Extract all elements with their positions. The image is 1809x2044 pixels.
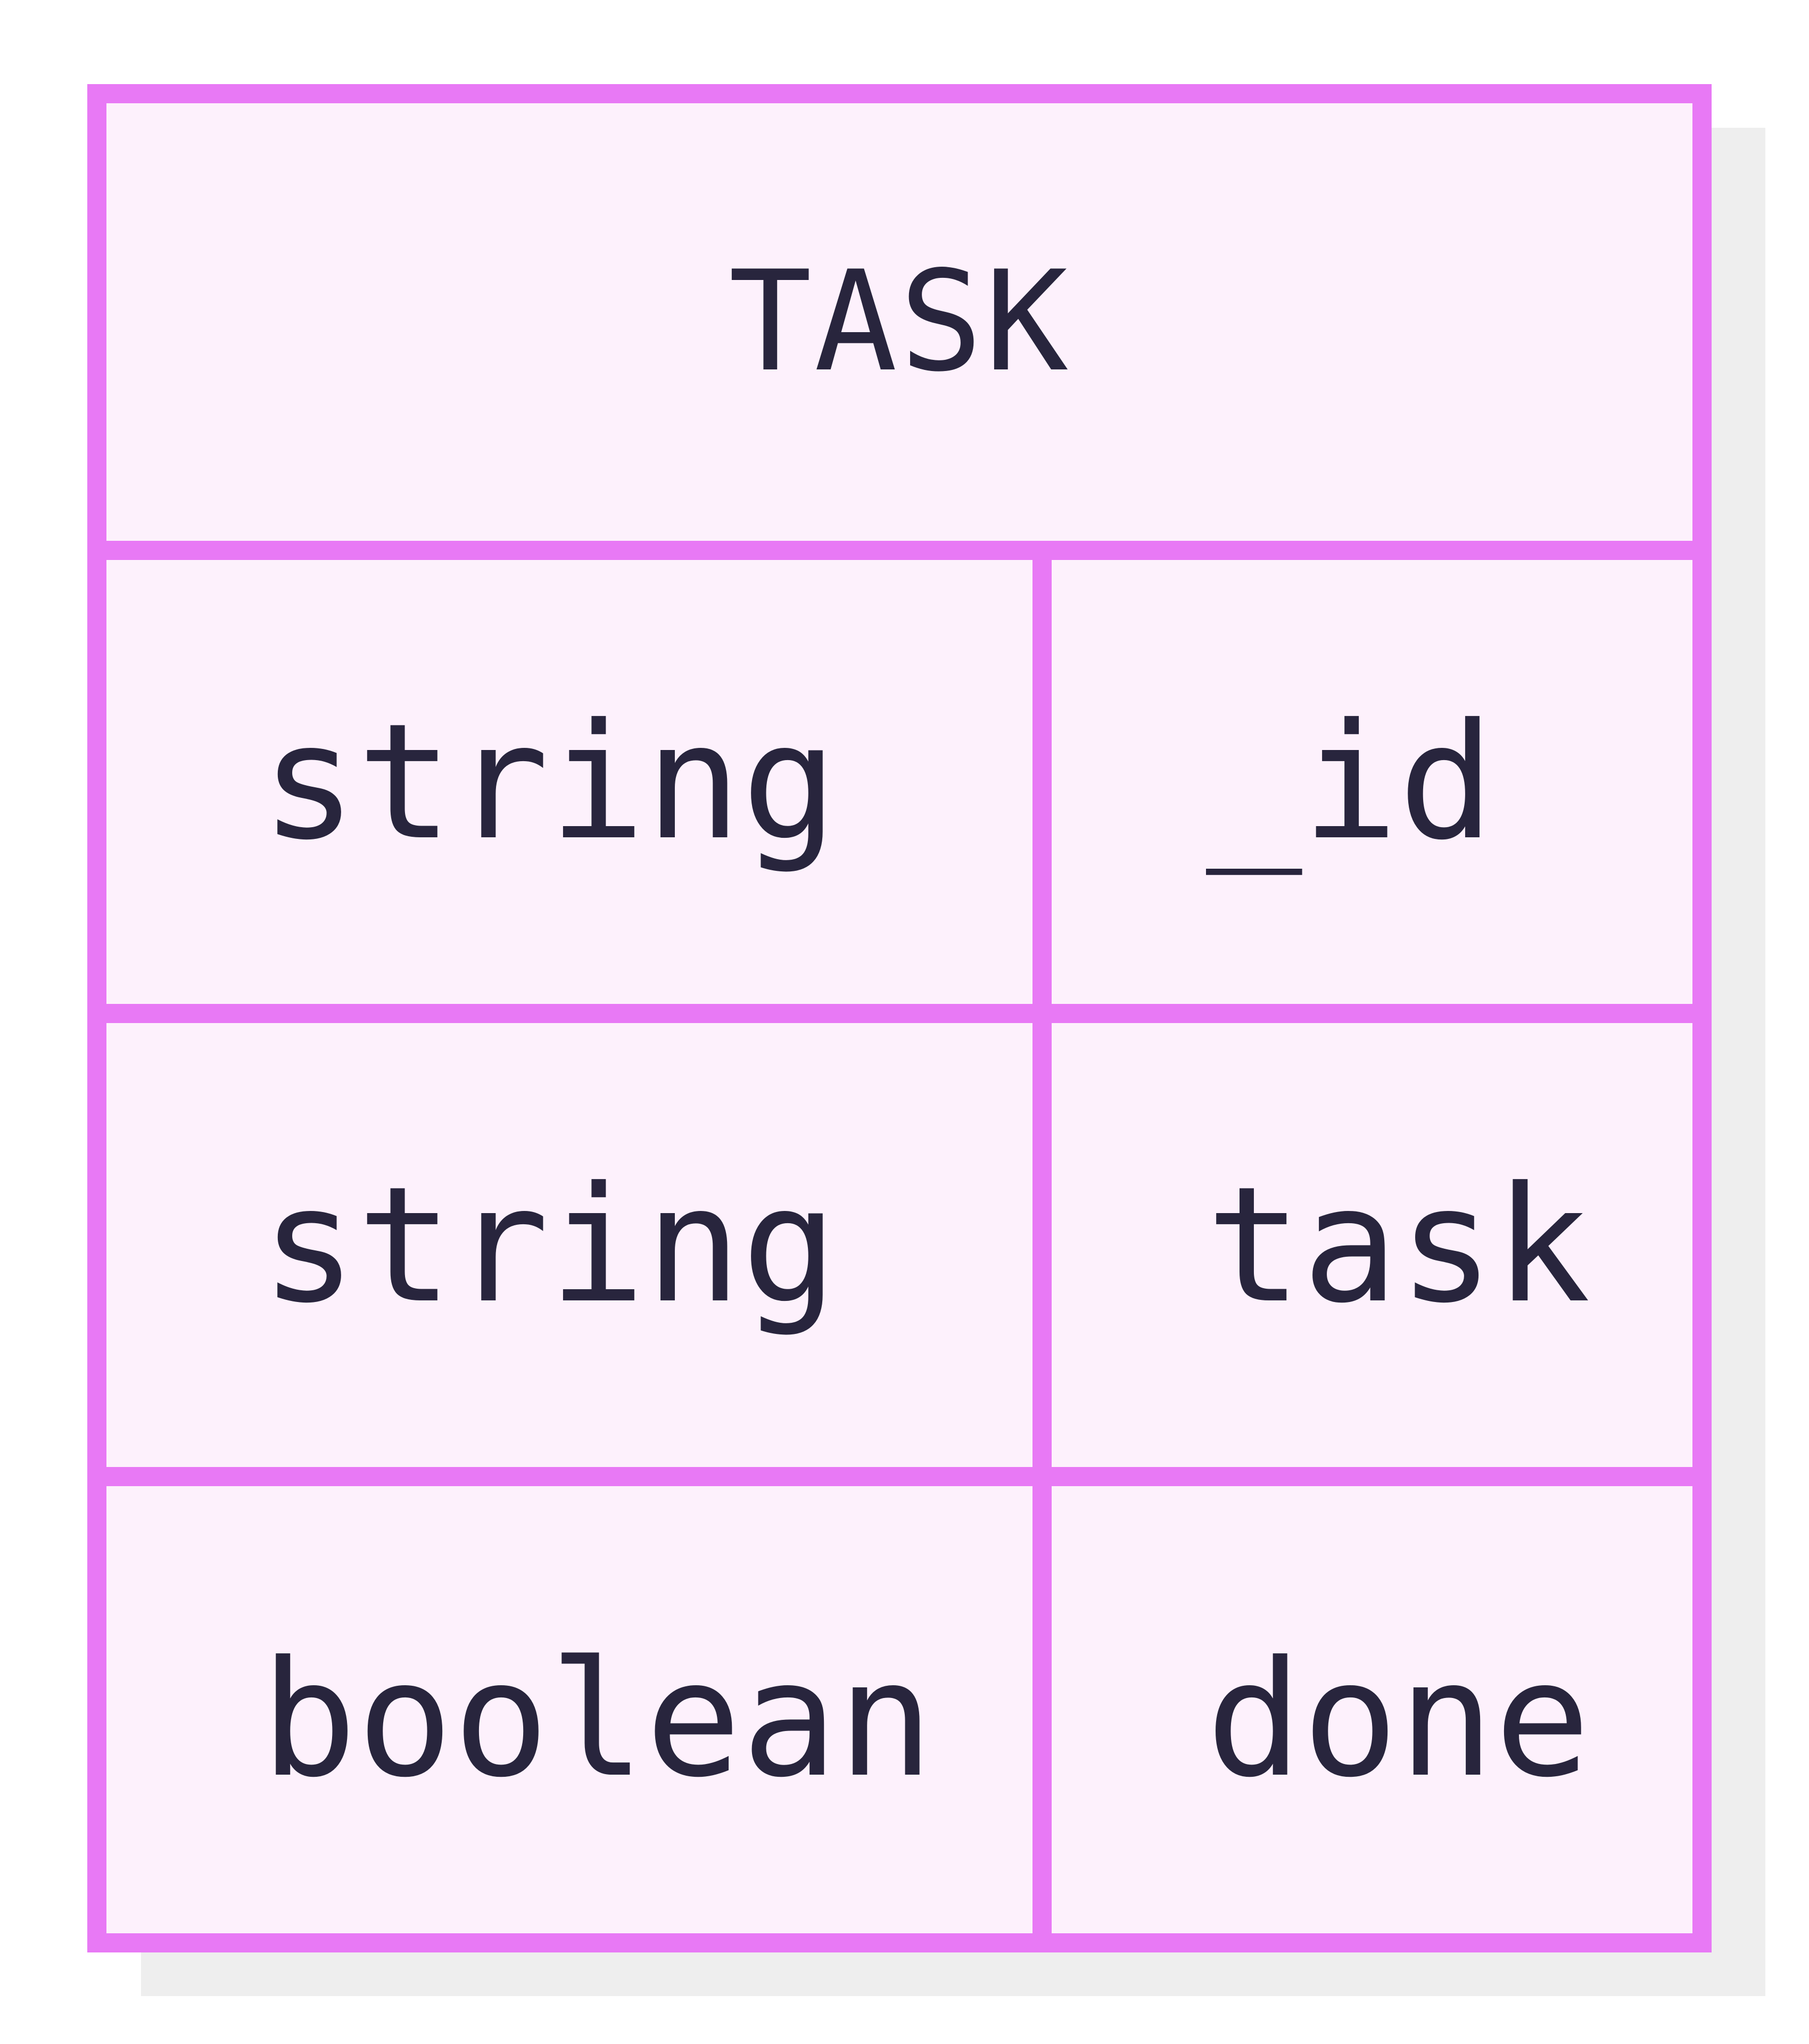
attribute-name: done — [1206, 1626, 1591, 1812]
attribute-row: string task — [106, 1023, 1692, 1486]
attribute-name: _id — [1206, 689, 1494, 875]
entity-title: TASK — [106, 103, 1692, 560]
attribute-type: string — [106, 1023, 1052, 1467]
attribute-type: string — [106, 560, 1052, 1004]
attribute-row: boolean done — [106, 1486, 1692, 1952]
attribute-name: task — [1206, 1152, 1591, 1338]
attribute-row: string _id — [106, 560, 1692, 1023]
attribute-type: boolean — [106, 1486, 1052, 1952]
entity-task: TASK string _id string task boolean done — [87, 84, 1712, 1952]
